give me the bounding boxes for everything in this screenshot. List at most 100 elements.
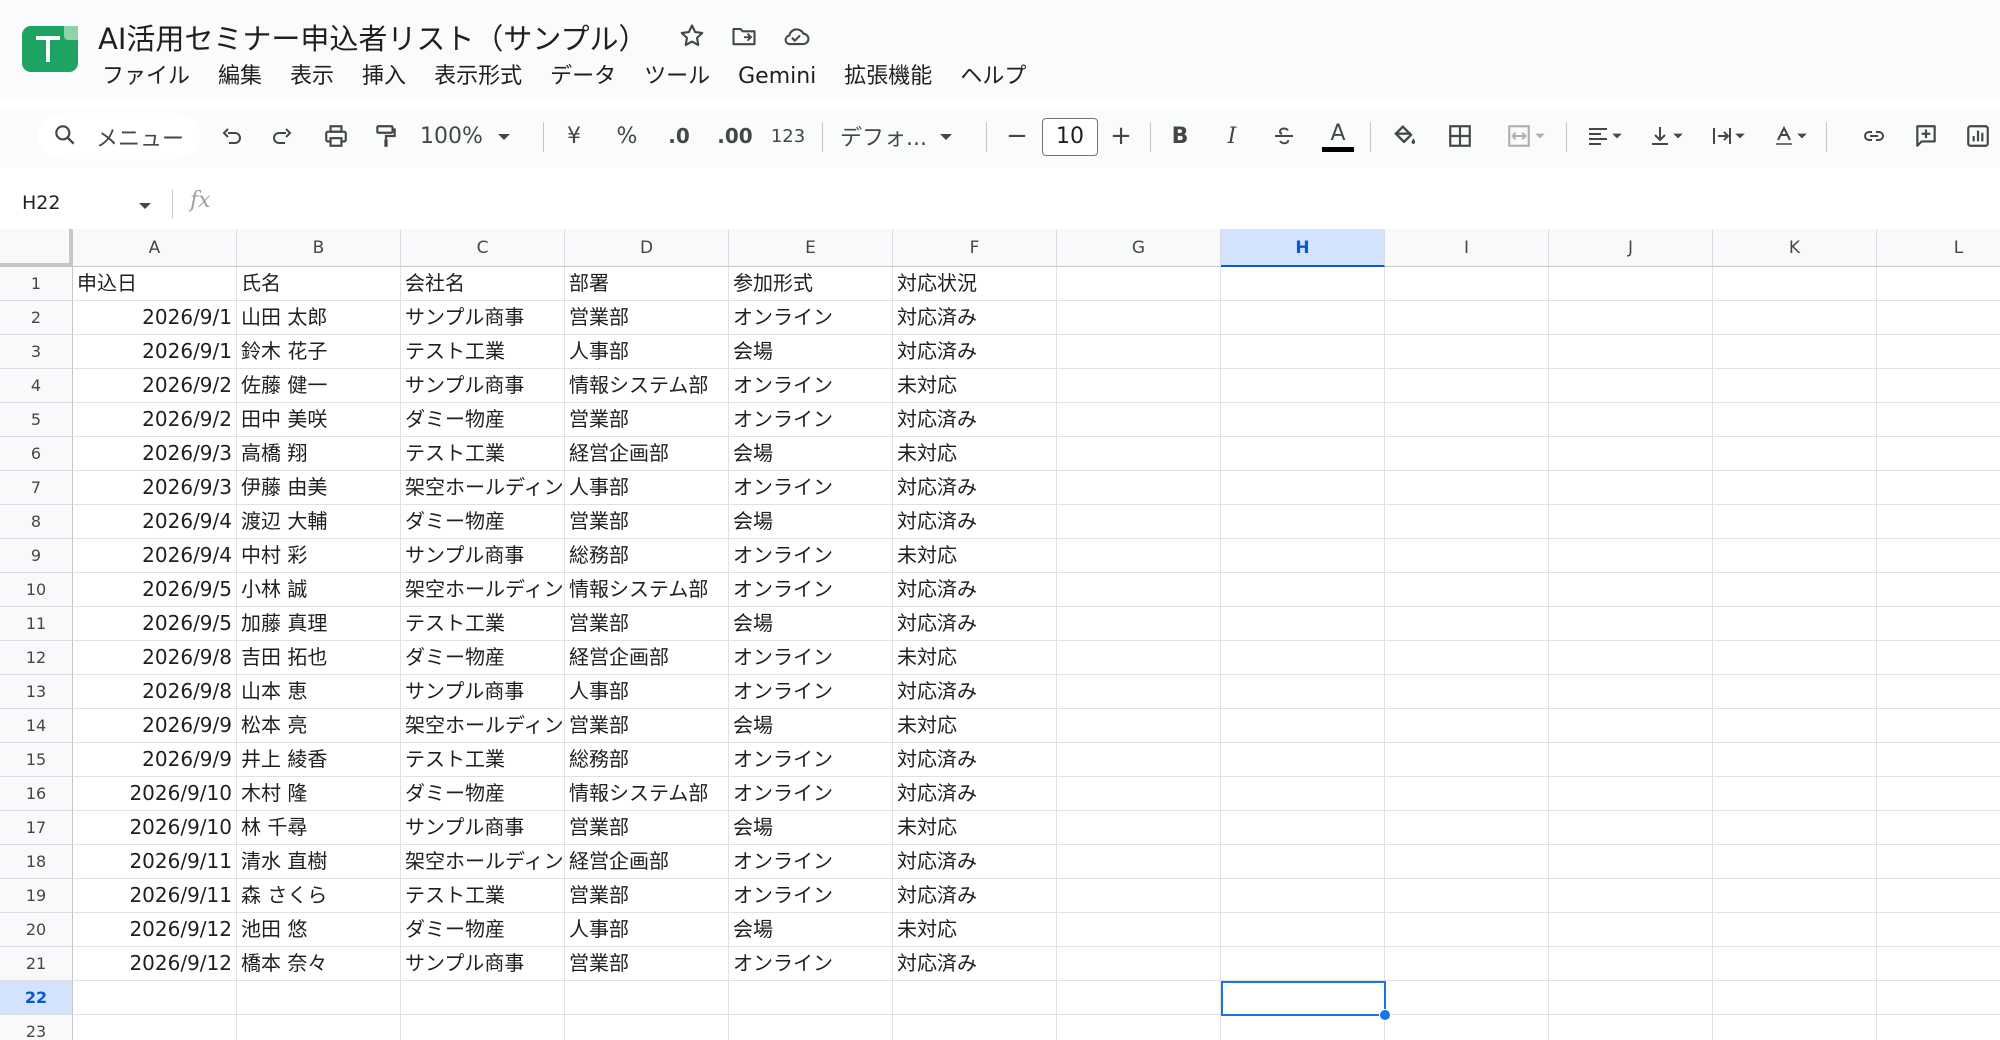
cell-h12[interactable] bbox=[1221, 641, 1385, 675]
cell-d3[interactable]: 人事部 bbox=[565, 335, 729, 369]
vertical-align-icon[interactable] bbox=[1640, 116, 1692, 156]
cell-k13[interactable] bbox=[1713, 675, 1877, 709]
cell-g15[interactable] bbox=[1057, 743, 1221, 777]
cell-c17[interactable]: サンプル商事 bbox=[401, 811, 565, 845]
menu-tools[interactable]: ツール bbox=[630, 60, 724, 94]
cell-e20[interactable]: 会場 bbox=[729, 913, 893, 947]
row-header-22[interactable]: 22 bbox=[0, 981, 73, 1015]
cell-k18[interactable] bbox=[1713, 845, 1877, 879]
cell-i4[interactable] bbox=[1385, 369, 1549, 403]
cell-k9[interactable] bbox=[1713, 539, 1877, 573]
cell-h3[interactable] bbox=[1221, 335, 1385, 369]
cell-i17[interactable] bbox=[1385, 811, 1549, 845]
cell-j17[interactable] bbox=[1549, 811, 1713, 845]
cell-e22[interactable] bbox=[729, 981, 893, 1015]
cell-j8[interactable] bbox=[1549, 505, 1713, 539]
formula-input[interactable] bbox=[240, 190, 1940, 218]
cell-g13[interactable] bbox=[1057, 675, 1221, 709]
cell-e11[interactable]: 会場 bbox=[729, 607, 893, 641]
cell-g10[interactable] bbox=[1057, 573, 1221, 607]
cell-c19[interactable]: テスト工業 bbox=[401, 879, 565, 913]
row-header-7[interactable]: 7 bbox=[0, 471, 73, 505]
cell-f5[interactable]: 対応済み bbox=[893, 403, 1057, 437]
cell-a1[interactable]: 申込日 bbox=[73, 267, 237, 301]
cell-a8[interactable]: 2026/9/4 bbox=[73, 505, 237, 539]
cell-d22[interactable] bbox=[565, 981, 729, 1015]
cell-k7[interactable] bbox=[1713, 471, 1877, 505]
cell-a12[interactable]: 2026/9/8 bbox=[73, 641, 237, 675]
cell-b14[interactable]: 松本 亮 bbox=[237, 709, 401, 743]
cell-h16[interactable] bbox=[1221, 777, 1385, 811]
row-header-1[interactable]: 1 bbox=[0, 267, 73, 301]
insert-comment-icon[interactable] bbox=[1908, 116, 1944, 156]
column-header-a[interactable]: A bbox=[73, 229, 237, 267]
cell-b9[interactable]: 中村 彩 bbox=[237, 539, 401, 573]
cell-c20[interactable]: ダミー物産 bbox=[401, 913, 565, 947]
cell-k12[interactable] bbox=[1713, 641, 1877, 675]
cell-h8[interactable] bbox=[1221, 505, 1385, 539]
cell-k16[interactable] bbox=[1713, 777, 1877, 811]
cell-f9[interactable]: 未対応 bbox=[893, 539, 1057, 573]
cell-d6[interactable]: 経営企画部 bbox=[565, 437, 729, 471]
row-header-13[interactable]: 13 bbox=[0, 675, 73, 709]
cell-l8[interactable] bbox=[1877, 505, 2000, 539]
cell-b22[interactable] bbox=[237, 981, 401, 1015]
cell-a15[interactable]: 2026/9/9 bbox=[73, 743, 237, 777]
fill-handle[interactable] bbox=[1379, 1009, 1391, 1021]
cell-b6[interactable]: 高橋 翔 bbox=[237, 437, 401, 471]
cell-g8[interactable] bbox=[1057, 505, 1221, 539]
cell-h15[interactable] bbox=[1221, 743, 1385, 777]
cell-j15[interactable] bbox=[1549, 743, 1713, 777]
cell-l17[interactable] bbox=[1877, 811, 2000, 845]
cell-j18[interactable] bbox=[1549, 845, 1713, 879]
cell-k22[interactable] bbox=[1713, 981, 1877, 1015]
cell-d12[interactable]: 経営企画部 bbox=[565, 641, 729, 675]
cell-k8[interactable] bbox=[1713, 505, 1877, 539]
cell-g20[interactable] bbox=[1057, 913, 1221, 947]
cell-g4[interactable] bbox=[1057, 369, 1221, 403]
insert-chart-icon[interactable] bbox=[1960, 116, 1996, 156]
cell-c4[interactable]: サンプル商事 bbox=[401, 369, 565, 403]
cell-c15[interactable]: テスト工業 bbox=[401, 743, 565, 777]
cell-d2[interactable]: 営業部 bbox=[565, 301, 729, 335]
cell-e6[interactable]: 会場 bbox=[729, 437, 893, 471]
cell-i21[interactable] bbox=[1385, 947, 1549, 981]
cell-f17[interactable]: 未対応 bbox=[893, 811, 1057, 845]
row-header-6[interactable]: 6 bbox=[0, 437, 73, 471]
menu-file[interactable]: ファイル bbox=[88, 60, 204, 94]
cell-h4[interactable] bbox=[1221, 369, 1385, 403]
fill-color-icon[interactable] bbox=[1384, 116, 1424, 156]
cell-e17[interactable]: 会場 bbox=[729, 811, 893, 845]
cell-e10[interactable]: オンライン bbox=[729, 573, 893, 607]
cell-k23[interactable] bbox=[1713, 1015, 1877, 1040]
cell-l15[interactable] bbox=[1877, 743, 2000, 777]
cell-b23[interactable] bbox=[237, 1015, 401, 1040]
cell-k2[interactable] bbox=[1713, 301, 1877, 335]
cell-g5[interactable] bbox=[1057, 403, 1221, 437]
cell-h21[interactable] bbox=[1221, 947, 1385, 981]
move-to-folder-icon[interactable] bbox=[726, 18, 762, 54]
cell-c10[interactable]: 架空ホールディン bbox=[401, 573, 565, 607]
cell-j19[interactable] bbox=[1549, 879, 1713, 913]
column-header-i[interactable]: I bbox=[1385, 229, 1549, 267]
insert-link-icon[interactable] bbox=[1856, 116, 1892, 156]
cell-h1[interactable] bbox=[1221, 267, 1385, 301]
cell-a20[interactable]: 2026/9/12 bbox=[73, 913, 237, 947]
cell-f15[interactable]: 対応済み bbox=[893, 743, 1057, 777]
menu-edit[interactable]: 編集 bbox=[204, 60, 276, 94]
cell-a22[interactable] bbox=[73, 981, 237, 1015]
cell-k14[interactable] bbox=[1713, 709, 1877, 743]
cell-b18[interactable]: 清水 直樹 bbox=[237, 845, 401, 879]
cell-i10[interactable] bbox=[1385, 573, 1549, 607]
cell-c21[interactable]: サンプル商事 bbox=[401, 947, 565, 981]
cell-a5[interactable]: 2026/9/2 bbox=[73, 403, 237, 437]
cell-i3[interactable] bbox=[1385, 335, 1549, 369]
cell-l12[interactable] bbox=[1877, 641, 2000, 675]
cell-h9[interactable] bbox=[1221, 539, 1385, 573]
row-header-9[interactable]: 9 bbox=[0, 539, 73, 573]
cell-j12[interactable] bbox=[1549, 641, 1713, 675]
undo-icon[interactable] bbox=[214, 116, 250, 156]
cell-a4[interactable]: 2026/9/2 bbox=[73, 369, 237, 403]
print-icon[interactable] bbox=[316, 116, 356, 156]
cell-f23[interactable] bbox=[893, 1015, 1057, 1040]
